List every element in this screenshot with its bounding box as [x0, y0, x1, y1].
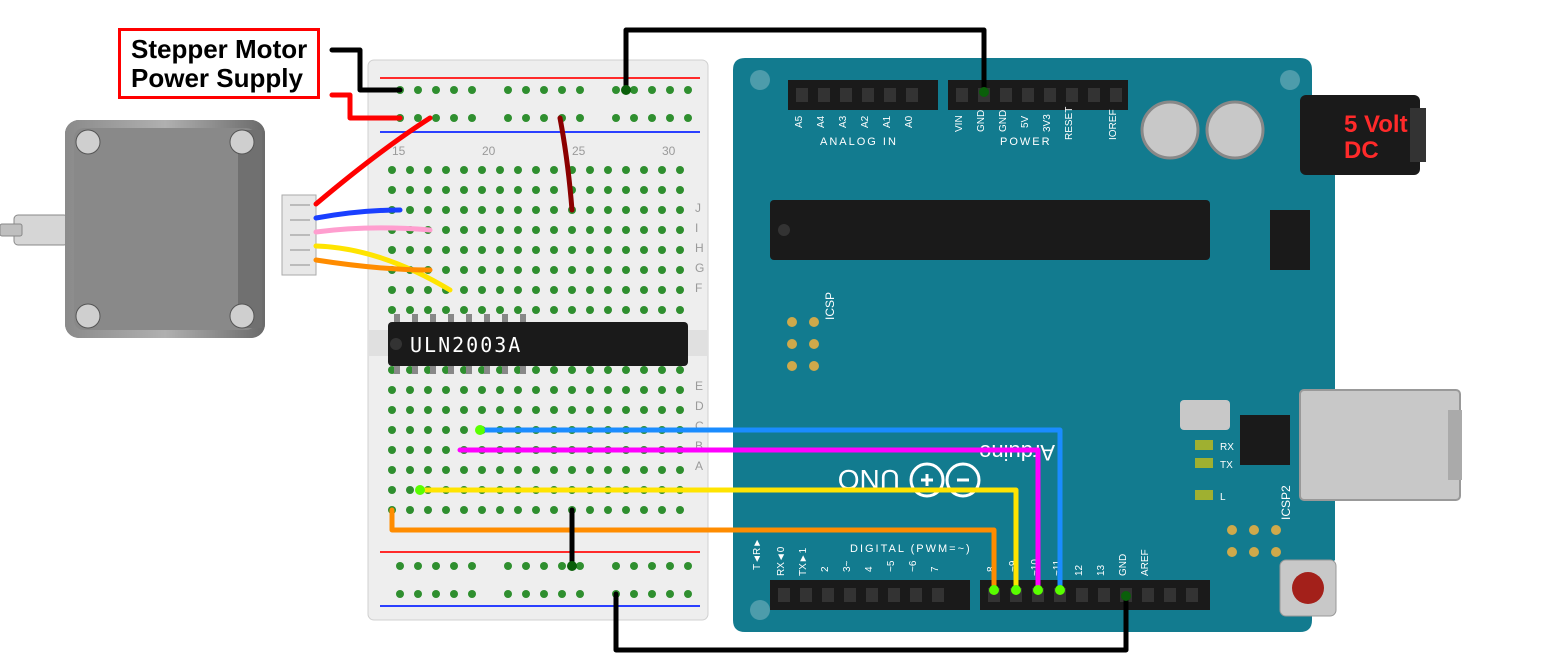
voltage-label: 5 Volt DC [1344, 112, 1408, 165]
pin-a4: A4 [816, 115, 827, 128]
pin-a5: A5 [794, 115, 805, 128]
pin-d0: RX◄0 [776, 546, 787, 576]
pin-3v3: 3V3 [1042, 114, 1053, 132]
icsp-label: ICSP [823, 292, 837, 320]
uln2003a-chip: ULN2003A [388, 314, 688, 374]
psu-label-line1: Stepper Motor [131, 34, 307, 64]
pin-5v: 5V [1020, 115, 1031, 128]
rx-led-label: RX [1220, 442, 1234, 453]
pin-d2: 2 [820, 566, 831, 572]
wiring-diagram: { "labels": { "power_supply_line1": "Ste… [0, 0, 1546, 663]
pin-d13: 13 [1096, 564, 1107, 576]
power-section-label: POWER [1000, 136, 1052, 148]
pin-reset: RESET [1064, 107, 1075, 140]
pin-d7: 7 [930, 566, 941, 572]
pin-aref: AREF [1140, 549, 1151, 576]
pin-a1: A1 [882, 115, 893, 128]
volt-line1: 5 Volt [1344, 111, 1408, 138]
pin-vin: VIN [954, 115, 965, 132]
bb-row-i: I [695, 221, 698, 235]
power-supply-label: Stepper Motor Power Supply [118, 28, 320, 99]
pin-gnd-d: GND [1118, 554, 1129, 576]
bb-row-j: J [695, 201, 701, 215]
pin-d12: 12 [1074, 564, 1085, 576]
volt-line2: DC [1344, 137, 1379, 164]
pin-gnd1: GND [976, 110, 987, 132]
psu-label-line2: Power Supply [131, 63, 303, 93]
pin-d4: 4 [864, 566, 875, 572]
pin-d5: ~5 [886, 560, 897, 572]
arduino-uno: ICSP ICSP2 RX TX L UNO Arduino ANALOG IN… [733, 58, 1335, 632]
pin-d3: 3~ [842, 560, 853, 572]
chip-label: ULN2003A [410, 333, 522, 357]
digital-section-label: DIGITAL (PWM=~) [850, 543, 972, 555]
bb-col-25: 25 [572, 144, 586, 158]
pin-a3: A3 [838, 115, 849, 128]
pin-d6: ~6 [908, 560, 919, 572]
bb-row-g: G [695, 261, 704, 275]
bb-col-15: 15 [392, 144, 406, 158]
bb-col-30: 30 [662, 144, 676, 158]
analog-section-label: ANALOG IN [820, 136, 898, 148]
usb-port [1300, 390, 1462, 500]
bb-row-e: E [695, 379, 703, 393]
stepper-motor [0, 120, 316, 338]
tx-led-label: TX [1220, 460, 1233, 471]
pin-gnd2: GND [998, 110, 1009, 132]
pin-a2: A2 [860, 115, 871, 128]
rx-arrow: R► [752, 538, 763, 555]
bb-row-h: H [695, 241, 704, 255]
icsp2-label: ICSP2 [1279, 485, 1293, 520]
diagram-svg: 15 20 25 30 J I H G F E D C B A ULN2003A [0, 0, 1546, 663]
l-led-label: L [1220, 492, 1226, 503]
pin-ioref: IOREF [1108, 109, 1119, 140]
bb-row-f: F [695, 281, 702, 295]
bb-row-d: D [695, 399, 704, 413]
pin-a0: A0 [904, 115, 915, 128]
tx-arrow: T◄ [752, 554, 763, 570]
bb-row-a: A [695, 459, 703, 473]
bb-col-20: 20 [482, 144, 496, 158]
pin-d1: TX►1 [798, 547, 809, 576]
reset-label: RESET [1339, 523, 1351, 560]
